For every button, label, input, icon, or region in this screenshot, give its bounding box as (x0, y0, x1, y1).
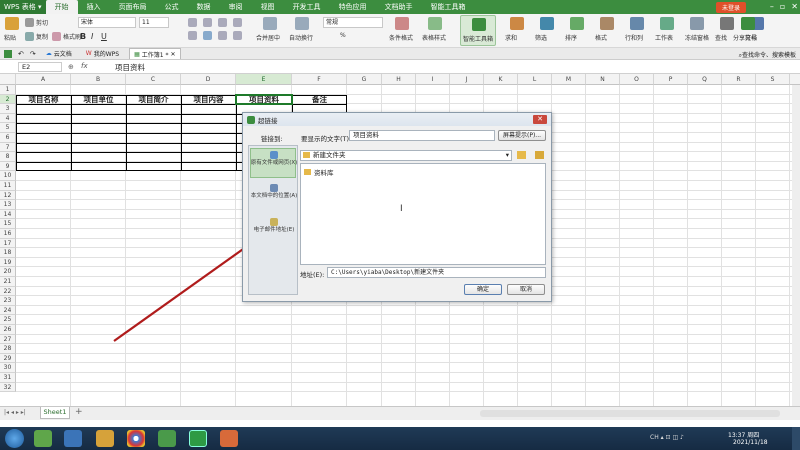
globe-icon (270, 151, 278, 159)
link-type-panel: 原有文件或网页(X) 本文档中的位置(A) 电子邮件地址(E) (248, 145, 298, 295)
up-folder-icon[interactable] (517, 151, 526, 159)
dialog-title-bar: 超链接 (243, 113, 551, 126)
wps-sheet-icon[interactable] (189, 430, 207, 447)
document-icon (270, 184, 278, 192)
link-option-label: 原有文件或网页(X) (250, 160, 298, 166)
sheet-tab-bar: |◂ ◂ ▸ ▸| Sheet1 + (0, 406, 800, 420)
folder-name: 新建文件夹 (313, 151, 346, 159)
file-explorer-icon[interactable] (96, 430, 114, 447)
folder-icon (303, 152, 310, 158)
address-label: 地址(E): (300, 271, 325, 279)
paint-icon[interactable] (220, 430, 238, 447)
email-icon (270, 218, 278, 226)
display-text-input[interactable]: 项目资料 (349, 130, 495, 141)
display-text-label: 要显示的文字(T): (301, 135, 352, 143)
file-item[interactable]: 资料库 (304, 167, 334, 177)
dialog-close-button[interactable]: ✕ (533, 115, 547, 124)
folder-icon (304, 169, 311, 175)
link-option-label: 本文档中的位置(A) (250, 193, 298, 199)
link-option-document[interactable]: 本文档中的位置(A) (249, 184, 299, 200)
file-list[interactable]: 资料库 I (300, 163, 546, 265)
screen-tip-button[interactable]: 屏幕提示(P)... (498, 130, 546, 141)
taskbar-date: 2021/11/18 (733, 439, 768, 446)
link-option-email[interactable]: 电子邮件地址(E) (249, 218, 299, 234)
ok-button[interactable]: 确定 (464, 284, 502, 295)
link-to-label: 链接到: (261, 135, 283, 143)
address-input[interactable]: C:\Users\yiaba\Desktop\新建文件夹 (327, 267, 546, 278)
link-option-file[interactable]: 原有文件或网页(X) (249, 151, 299, 167)
sheet-nav-icons[interactable]: |◂ ◂ ▸ ▸| (4, 409, 26, 416)
dialog-app-icon (247, 115, 255, 124)
search-app-icon[interactable] (64, 430, 82, 447)
chevron-down-icon: ▾ (505, 151, 509, 159)
photos-icon[interactable] (158, 430, 176, 447)
tray-icons[interactable]: CH ▴ ⊡ ◫ ♪ (650, 434, 684, 441)
horizontal-scrollbar[interactable] (480, 410, 780, 417)
taskbar-time: 13:37 周四 (728, 432, 760, 439)
windows-taskbar: CH ▴ ⊡ ◫ ♪ 13:37 周四 2021/11/18 (0, 427, 800, 450)
open-folder-icon[interactable] (535, 151, 544, 159)
hyperlink-dialog: 超链接 ✕ 链接到: 要显示的文字(T): 项目资料 屏幕提示(P)... 原有… (242, 112, 552, 302)
dialog-title: 超链接 (258, 116, 278, 125)
link-option-label: 电子邮件地址(E) (253, 227, 295, 233)
sheet-tab[interactable]: Sheet1 (40, 407, 70, 419)
chrome-alt-icon[interactable] (34, 430, 52, 447)
cancel-button[interactable]: 取消 (507, 284, 545, 295)
text-cursor-icon: I (400, 204, 403, 214)
chrome-icon[interactable] (127, 430, 145, 447)
add-sheet-icon[interactable]: + (75, 407, 83, 417)
file-item-label: 资料库 (314, 169, 334, 177)
folder-select[interactable]: 新建文件夹 ▾ (300, 150, 512, 161)
start-button[interactable] (5, 429, 24, 448)
show-desktop-button[interactable] (792, 427, 800, 450)
